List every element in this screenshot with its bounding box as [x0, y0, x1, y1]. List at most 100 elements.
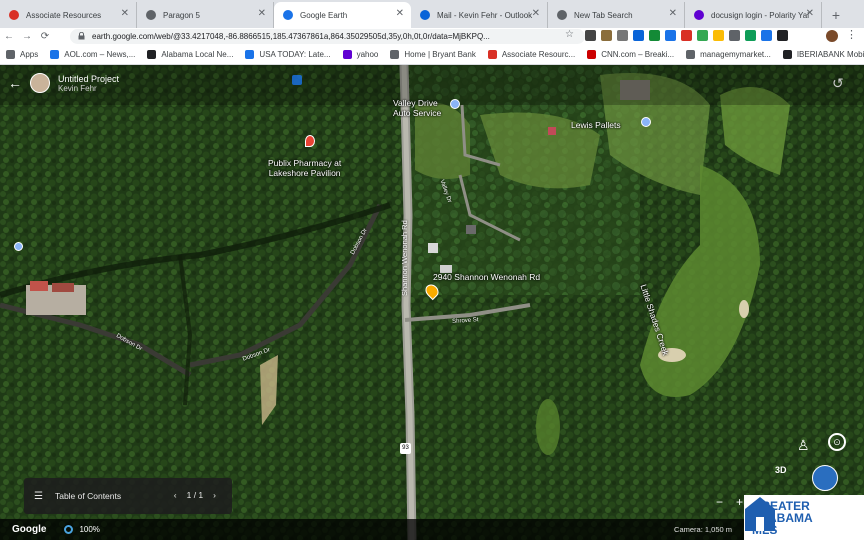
more-menu-icon[interactable]: ⋮ [846, 28, 857, 41]
place-label-lewis-pallets[interactable]: Lewis Pallets [571, 120, 621, 130]
bookmark-item[interactable]: Associate Resourc... [487, 50, 576, 59]
bookmark-label: IBERIABANK Mobi... [796, 50, 864, 59]
bookmark-favicon-icon [245, 50, 255, 59]
address-bar[interactable]: earth.google.com/web/@33.4217048,-86.886… [70, 29, 585, 44]
globe-icon[interactable] [812, 465, 838, 491]
place-label-valley-drive[interactable]: Valley Drive Auto Service [393, 98, 441, 118]
bookmark-item[interactable]: Home | Bryant Bank [390, 50, 476, 59]
close-tab-icon[interactable]: ✕ [258, 8, 266, 19]
bookmark-item[interactable]: Apps [6, 50, 38, 59]
browser-tab[interactable]: Mail - Kevin Fehr - Outlook ✕ [411, 2, 548, 28]
pin-icon[interactable] [292, 75, 302, 85]
project-owner: Kevin Fehr [58, 83, 97, 93]
extension-icon[interactable] [601, 30, 612, 41]
extension-icon[interactable] [681, 30, 692, 41]
browser-tab[interactable]: Associate Resources ✕ [0, 2, 137, 28]
status-bar: Google 100% Camera: 1,050 m [0, 519, 864, 540]
bookmark-favicon-icon [686, 50, 696, 59]
zoom-in-button[interactable]: + [736, 495, 743, 509]
tab-label: Mail - Kevin Fehr - Outlook [437, 10, 533, 20]
bookmark-favicon-icon [390, 50, 400, 59]
tab-label: docusign login - Polarity Yal [711, 10, 809, 20]
bookmark-item[interactable]: AOL.com – News,... [50, 50, 135, 59]
forward-icon[interactable]: → [18, 31, 36, 42]
new-tab-button[interactable]: + [822, 2, 850, 28]
zoom-out-button[interactable]: − [716, 495, 723, 509]
bookmark-item[interactable]: IBERIABANK Mobi... [782, 50, 864, 59]
tab-strip: Associate Resources ✕ Paragon 5 ✕ Google Ear… [0, 0, 864, 28]
pegman-icon[interactable]: ♙ [797, 437, 810, 454]
extension-icon[interactable] [585, 30, 596, 41]
bookmark-label: Home | Bryant Bank [404, 50, 476, 59]
browser-tab[interactable]: Google Earth ✕ [274, 2, 411, 28]
satellite-map[interactable]: ← Untitled Project Kevin Fehr ↺ Valley D… [0, 65, 864, 540]
extension-icon[interactable] [617, 30, 628, 41]
bookmark-item[interactable]: USA TODAY: Late... [245, 50, 331, 59]
close-tab-icon[interactable]: ✕ [669, 8, 677, 19]
bookmark-star-icon[interactable]: ☆ [565, 29, 574, 40]
back-icon[interactable]: ← [0, 31, 18, 42]
tab-label: New Tab Search [574, 10, 633, 20]
extension-icon[interactable] [633, 30, 644, 41]
place-pin-icon[interactable] [641, 117, 651, 127]
zoom-level: 100% [79, 525, 100, 534]
prev-page-icon[interactable]: ‹ [174, 490, 177, 500]
extensions-area [585, 30, 788, 41]
list-icon[interactable]: ☰ [34, 491, 43, 502]
bookmark-item[interactable]: Alabama Local Ne... [147, 50, 233, 59]
rotate-icon[interactable]: ↺ [832, 75, 844, 92]
3d-toggle-button[interactable]: 3D [775, 465, 787, 475]
browser-toolbar: ← → ⟳ earth.google.com/web/@33.4217048,-… [0, 28, 864, 45]
browser-tab[interactable]: New Tab Search ✕ [548, 2, 685, 28]
profile-avatar[interactable] [826, 30, 838, 42]
extension-icon[interactable] [761, 30, 772, 41]
extension-icon[interactable] [777, 30, 788, 41]
close-tab-icon[interactable]: ✕ [806, 8, 814, 19]
bookmark-label: CNN.com – Breaki... [601, 50, 675, 59]
back-arrow-icon[interactable]: ← [8, 75, 30, 91]
bookmark-favicon-icon [147, 50, 157, 59]
bookmark-item[interactable]: managemymarket... [686, 50, 771, 59]
tab-favicon-icon [557, 10, 567, 20]
place-label-address[interactable]: 2940 Shannon Wenonah Rd [433, 272, 540, 282]
place-pin-icon[interactable] [14, 242, 23, 251]
bookmark-favicon-icon [50, 50, 60, 59]
extension-icon[interactable] [729, 30, 740, 41]
place-pin-icon[interactable] [450, 99, 460, 109]
mls-badge: GREATER ALABAMA MLS [744, 495, 864, 540]
close-tab-icon[interactable]: ✕ [532, 8, 540, 19]
camera-altitude: Camera: 1,050 m [674, 525, 732, 534]
next-page-icon[interactable]: › [213, 490, 216, 500]
my-location-icon[interactable]: ⊙ [828, 433, 846, 451]
extension-icon[interactable] [665, 30, 676, 41]
close-tab-icon[interactable]: ✕ [121, 8, 129, 19]
bookmark-label: USA TODAY: Late... [259, 50, 331, 59]
close-tab-icon[interactable]: ✕ [396, 8, 404, 19]
project-title[interactable]: Untitled Project [58, 74, 119, 84]
url-text: earth.google.com/web/@33.4217048,-86.886… [92, 32, 490, 41]
extension-icon[interactable] [697, 30, 708, 41]
road-label-shannon: Shannon Wenonah Rd [400, 220, 409, 296]
extension-icon[interactable] [713, 30, 724, 41]
extension-icon[interactable] [745, 30, 756, 41]
extension-icon[interactable] [649, 30, 660, 41]
bookmark-item[interactable]: CNN.com – Breaki... [587, 50, 674, 59]
reload-icon[interactable]: ⟳ [36, 31, 54, 42]
browser-tab[interactable]: docusign login - Polarity Yal ✕ [685, 2, 822, 28]
page-indicator: 1 / 1 [186, 490, 204, 500]
table-of-contents-bar[interactable]: ☰ Table of Contents ‹ 1 / 1 › [24, 478, 232, 514]
project-avatar[interactable] [30, 73, 50, 93]
tab-favicon-icon [694, 10, 704, 20]
bookmark-label: Apps [20, 50, 39, 59]
bookmark-favicon-icon [6, 50, 15, 59]
bookmark-label: Associate Resourc... [501, 50, 576, 59]
bookmark-favicon-icon [342, 50, 352, 59]
place-label-publix[interactable]: Publix Pharmacy at Lakeshore Pavilion [268, 158, 341, 178]
bookmark-label: managemymarket... [700, 50, 771, 59]
tab-label: Google Earth [300, 10, 348, 20]
bookmark-favicon-icon [487, 50, 497, 59]
bookmark-item[interactable]: yahoo [342, 50, 378, 59]
browser-tab[interactable]: Paragon 5 ✕ [137, 2, 274, 28]
pharmacy-pin-icon[interactable] [305, 135, 315, 147]
bookmark-label: Alabama Local Ne... [161, 50, 234, 59]
